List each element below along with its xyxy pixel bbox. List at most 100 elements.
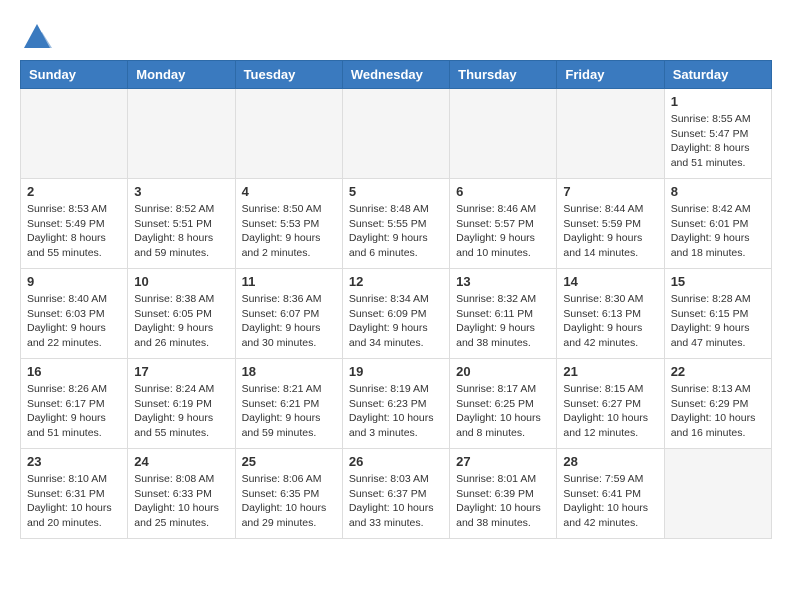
day-number: 12 bbox=[349, 274, 443, 289]
day-info: Sunrise: 8:21 AM Sunset: 6:21 PM Dayligh… bbox=[242, 382, 336, 441]
day-number: 3 bbox=[134, 184, 228, 199]
calendar-day-cell bbox=[450, 89, 557, 179]
calendar-day-cell: 17 Sunrise: 8:24 AM Sunset: 6:19 PM Dayli… bbox=[128, 359, 235, 449]
calendar-day-cell: 28 Sunrise: 7:59 AM Sunset: 6:41 PM Dayli… bbox=[557, 449, 664, 539]
calendar-day-cell: 2Sunrise: 8:53 AM Sunset: 5:49 PM Daylig… bbox=[21, 179, 128, 269]
day-of-week-header: Thursday bbox=[450, 61, 557, 89]
day-info: Sunrise: 8:03 AM Sunset: 6:37 PM Dayligh… bbox=[349, 472, 443, 531]
calendar-day-cell bbox=[21, 89, 128, 179]
day-info: Sunrise: 8:46 AM Sunset: 5:57 PM Dayligh… bbox=[456, 202, 550, 261]
day-of-week-header: Friday bbox=[557, 61, 664, 89]
day-number: 8 bbox=[671, 184, 765, 199]
day-number: 9 bbox=[27, 274, 121, 289]
day-of-week-header: Tuesday bbox=[235, 61, 342, 89]
day-number: 18 bbox=[242, 364, 336, 379]
calendar-day-cell: 1 Sunrise: 8:55 AM Sunset: 5:47 PM Daylig… bbox=[664, 89, 771, 179]
day-info: Sunrise: 8:17 AM Sunset: 6:25 PM Dayligh… bbox=[456, 382, 550, 441]
calendar-day-cell: 4 Sunrise: 8:50 AM Sunset: 5:53 PM Daylig… bbox=[235, 179, 342, 269]
calendar-day-cell: 21 Sunrise: 8:15 AM Sunset: 6:27 PM Dayli… bbox=[557, 359, 664, 449]
day-number: 14 bbox=[563, 274, 657, 289]
calendar-week-row: 2Sunrise: 8:53 AM Sunset: 5:49 PM Daylig… bbox=[21, 179, 772, 269]
day-number: 26 bbox=[349, 454, 443, 469]
calendar-day-cell: 15 Sunrise: 8:28 AM Sunset: 6:15 PM Dayli… bbox=[664, 269, 771, 359]
day-number: 5 bbox=[349, 184, 443, 199]
day-number: 6 bbox=[456, 184, 550, 199]
day-number: 24 bbox=[134, 454, 228, 469]
day-info: Sunrise: 8:08 AM Sunset: 6:33 PM Dayligh… bbox=[134, 472, 228, 531]
day-info: Sunrise: 8:30 AM Sunset: 6:13 PM Dayligh… bbox=[563, 292, 657, 351]
day-info: Sunrise: 8:55 AM Sunset: 5:47 PM Dayligh… bbox=[671, 112, 765, 171]
day-info: Sunrise: 8:42 AM Sunset: 6:01 PM Dayligh… bbox=[671, 202, 765, 261]
day-info: Sunrise: 8:26 AM Sunset: 6:17 PM Dayligh… bbox=[27, 382, 121, 441]
day-number: 1 bbox=[671, 94, 765, 109]
day-number: 7 bbox=[563, 184, 657, 199]
calendar-day-cell: 7 Sunrise: 8:44 AM Sunset: 5:59 PM Daylig… bbox=[557, 179, 664, 269]
calendar-week-row: 9 Sunrise: 8:40 AM Sunset: 6:03 PM Daylig… bbox=[21, 269, 772, 359]
day-number: 20 bbox=[456, 364, 550, 379]
day-number: 19 bbox=[349, 364, 443, 379]
day-info: Sunrise: 8:28 AM Sunset: 6:15 PM Dayligh… bbox=[671, 292, 765, 351]
calendar-day-cell: 19Sunrise: 8:19 AM Sunset: 6:23 PM Dayli… bbox=[342, 359, 449, 449]
calendar-day-cell: 6 Sunrise: 8:46 AM Sunset: 5:57 PM Daylig… bbox=[450, 179, 557, 269]
calendar-week-row: 1 Sunrise: 8:55 AM Sunset: 5:47 PM Daylig… bbox=[21, 89, 772, 179]
calendar-day-cell bbox=[128, 89, 235, 179]
day-info: Sunrise: 8:01 AM Sunset: 6:39 PM Dayligh… bbox=[456, 472, 550, 531]
calendar-week-row: 16 Sunrise: 8:26 AM Sunset: 6:17 PM Dayli… bbox=[21, 359, 772, 449]
calendar-day-cell: 24 Sunrise: 8:08 AM Sunset: 6:33 PM Dayli… bbox=[128, 449, 235, 539]
logo bbox=[20, 20, 48, 50]
day-info: Sunrise: 7:59 AM Sunset: 6:41 PM Dayligh… bbox=[563, 472, 657, 531]
calendar-day-cell bbox=[235, 89, 342, 179]
calendar-header-row: SundayMondayTuesdayWednesdayThursdayFrid… bbox=[21, 61, 772, 89]
day-info: Sunrise: 8:53 AM Sunset: 5:49 PM Dayligh… bbox=[27, 202, 121, 261]
calendar-day-cell: 3 Sunrise: 8:52 AM Sunset: 5:51 PM Daylig… bbox=[128, 179, 235, 269]
day-number: 21 bbox=[563, 364, 657, 379]
day-info: Sunrise: 8:15 AM Sunset: 6:27 PM Dayligh… bbox=[563, 382, 657, 441]
calendar-week-row: 23Sunrise: 8:10 AM Sunset: 6:31 PM Dayli… bbox=[21, 449, 772, 539]
day-number: 22 bbox=[671, 364, 765, 379]
calendar-day-cell: 23Sunrise: 8:10 AM Sunset: 6:31 PM Dayli… bbox=[21, 449, 128, 539]
day-info: Sunrise: 8:06 AM Sunset: 6:35 PM Dayligh… bbox=[242, 472, 336, 531]
calendar-day-cell: 10Sunrise: 8:38 AM Sunset: 6:05 PM Dayli… bbox=[128, 269, 235, 359]
day-number: 23 bbox=[27, 454, 121, 469]
day-info: Sunrise: 8:13 AM Sunset: 6:29 PM Dayligh… bbox=[671, 382, 765, 441]
day-number: 27 bbox=[456, 454, 550, 469]
day-number: 4 bbox=[242, 184, 336, 199]
day-info: Sunrise: 8:34 AM Sunset: 6:09 PM Dayligh… bbox=[349, 292, 443, 351]
calendar-day-cell bbox=[342, 89, 449, 179]
day-number: 13 bbox=[456, 274, 550, 289]
calendar-day-cell: 22 Sunrise: 8:13 AM Sunset: 6:29 PM Dayli… bbox=[664, 359, 771, 449]
day-number: 15 bbox=[671, 274, 765, 289]
calendar-table: SundayMondayTuesdayWednesdayThursdayFrid… bbox=[20, 60, 772, 539]
calendar-day-cell: 5 Sunrise: 8:48 AM Sunset: 5:55 PM Daylig… bbox=[342, 179, 449, 269]
day-info: Sunrise: 8:52 AM Sunset: 5:51 PM Dayligh… bbox=[134, 202, 228, 261]
logo-icon bbox=[22, 20, 52, 50]
day-of-week-header: Sunday bbox=[21, 61, 128, 89]
calendar-day-cell: 26 Sunrise: 8:03 AM Sunset: 6:37 PM Dayli… bbox=[342, 449, 449, 539]
day-info: Sunrise: 8:44 AM Sunset: 5:59 PM Dayligh… bbox=[563, 202, 657, 261]
calendar-day-cell bbox=[664, 449, 771, 539]
day-info: Sunrise: 8:48 AM Sunset: 5:55 PM Dayligh… bbox=[349, 202, 443, 261]
calendar-day-cell: 8 Sunrise: 8:42 AM Sunset: 6:01 PM Daylig… bbox=[664, 179, 771, 269]
page-header bbox=[20, 20, 772, 50]
day-info: Sunrise: 8:38 AM Sunset: 6:05 PM Dayligh… bbox=[134, 292, 228, 351]
calendar-day-cell: 18 Sunrise: 8:21 AM Sunset: 6:21 PM Dayli… bbox=[235, 359, 342, 449]
day-number: 16 bbox=[27, 364, 121, 379]
calendar-day-cell: 9 Sunrise: 8:40 AM Sunset: 6:03 PM Daylig… bbox=[21, 269, 128, 359]
day-info: Sunrise: 8:40 AM Sunset: 6:03 PM Dayligh… bbox=[27, 292, 121, 351]
day-number: 28 bbox=[563, 454, 657, 469]
calendar-day-cell: 16 Sunrise: 8:26 AM Sunset: 6:17 PM Dayli… bbox=[21, 359, 128, 449]
calendar-day-cell: 11 Sunrise: 8:36 AM Sunset: 6:07 PM Dayli… bbox=[235, 269, 342, 359]
calendar-day-cell: 27 Sunrise: 8:01 AM Sunset: 6:39 PM Dayli… bbox=[450, 449, 557, 539]
day-of-week-header: Monday bbox=[128, 61, 235, 89]
day-of-week-header: Wednesday bbox=[342, 61, 449, 89]
calendar-day-cell: 13Sunrise: 8:32 AM Sunset: 6:11 PM Dayli… bbox=[450, 269, 557, 359]
day-number: 11 bbox=[242, 274, 336, 289]
day-info: Sunrise: 8:50 AM Sunset: 5:53 PM Dayligh… bbox=[242, 202, 336, 261]
day-info: Sunrise: 8:24 AM Sunset: 6:19 PM Dayligh… bbox=[134, 382, 228, 441]
calendar-day-cell: 25Sunrise: 8:06 AM Sunset: 6:35 PM Dayli… bbox=[235, 449, 342, 539]
calendar-day-cell: 14 Sunrise: 8:30 AM Sunset: 6:13 PM Dayli… bbox=[557, 269, 664, 359]
day-number: 17 bbox=[134, 364, 228, 379]
day-info: Sunrise: 8:36 AM Sunset: 6:07 PM Dayligh… bbox=[242, 292, 336, 351]
calendar-day-cell: 12 Sunrise: 8:34 AM Sunset: 6:09 PM Dayli… bbox=[342, 269, 449, 359]
day-of-week-header: Saturday bbox=[664, 61, 771, 89]
